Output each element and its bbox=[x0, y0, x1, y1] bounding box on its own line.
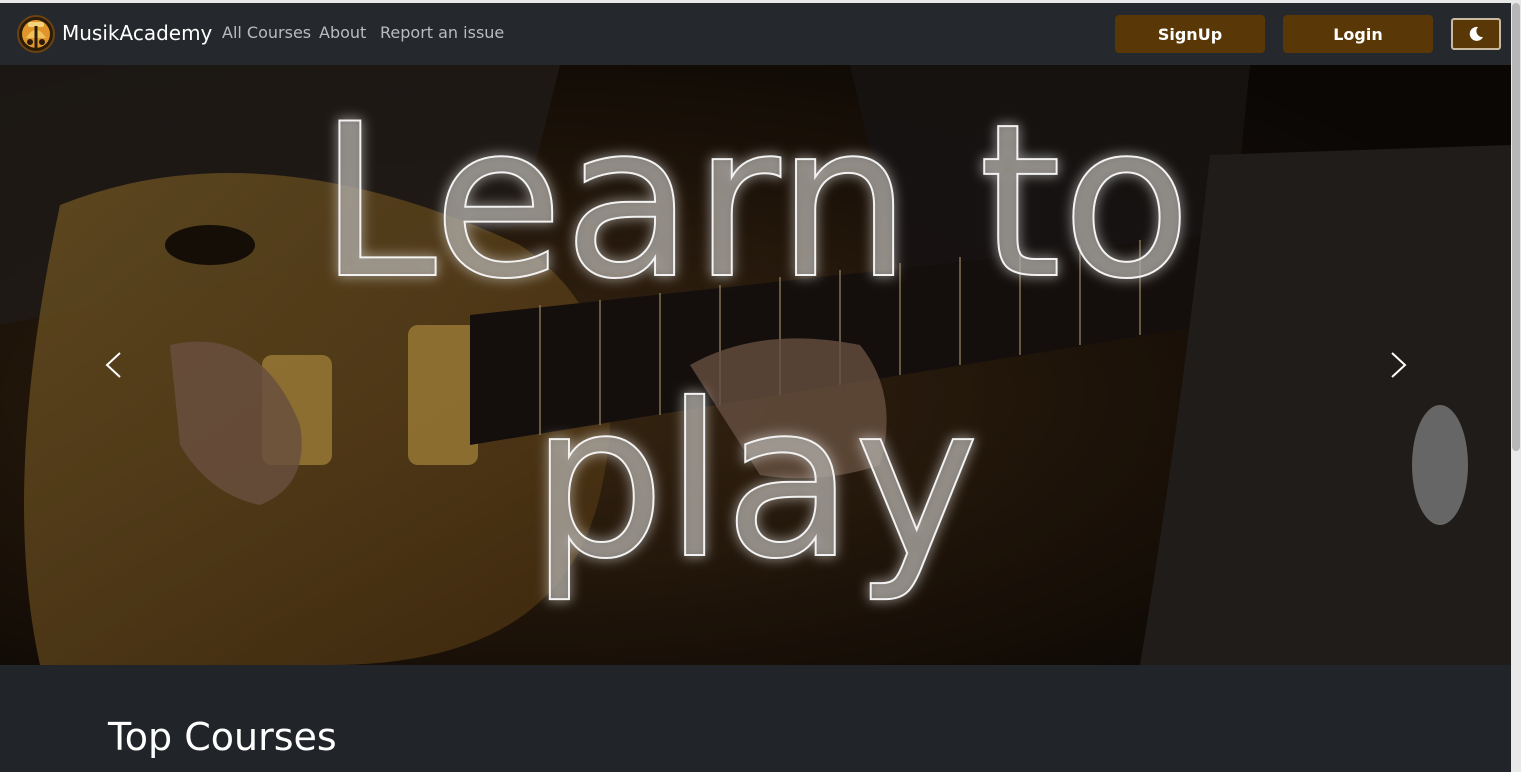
hero-carousel: Learn to play bbox=[0, 65, 1511, 665]
musikacademy-logo-icon[interactable] bbox=[16, 12, 56, 54]
hero-line-2: play bbox=[531, 358, 980, 605]
page: MusikAcademy All Courses About Report an… bbox=[0, 0, 1521, 772]
theme-toggle-button[interactable] bbox=[1451, 18, 1501, 50]
navbar: MusikAcademy All Courses About Report an… bbox=[0, 3, 1511, 65]
carousel-next-button[interactable] bbox=[1378, 345, 1418, 385]
chevron-left-icon bbox=[105, 352, 121, 378]
section-title-top-courses: Top Courses bbox=[108, 715, 337, 759]
carousel-prev-button[interactable] bbox=[94, 345, 134, 385]
nav-link-all-courses[interactable]: All Courses bbox=[222, 22, 311, 44]
hero-heading: Learn to play bbox=[318, 77, 1193, 606]
brand-name[interactable]: MusikAcademy bbox=[62, 20, 212, 46]
chevron-right-icon bbox=[1391, 352, 1407, 378]
nav-link-about[interactable]: About bbox=[319, 22, 366, 44]
hero-line-1: Learn to bbox=[319, 78, 1192, 325]
moon-icon bbox=[1469, 26, 1483, 41]
login-button[interactable]: Login bbox=[1283, 15, 1433, 53]
signup-button[interactable]: SignUp bbox=[1115, 15, 1265, 53]
nav-link-report-issue[interactable]: Report an issue bbox=[380, 22, 504, 44]
page-scrollbar[interactable] bbox=[1511, 3, 1521, 772]
scrollbar-thumb[interactable] bbox=[1512, 3, 1520, 451]
